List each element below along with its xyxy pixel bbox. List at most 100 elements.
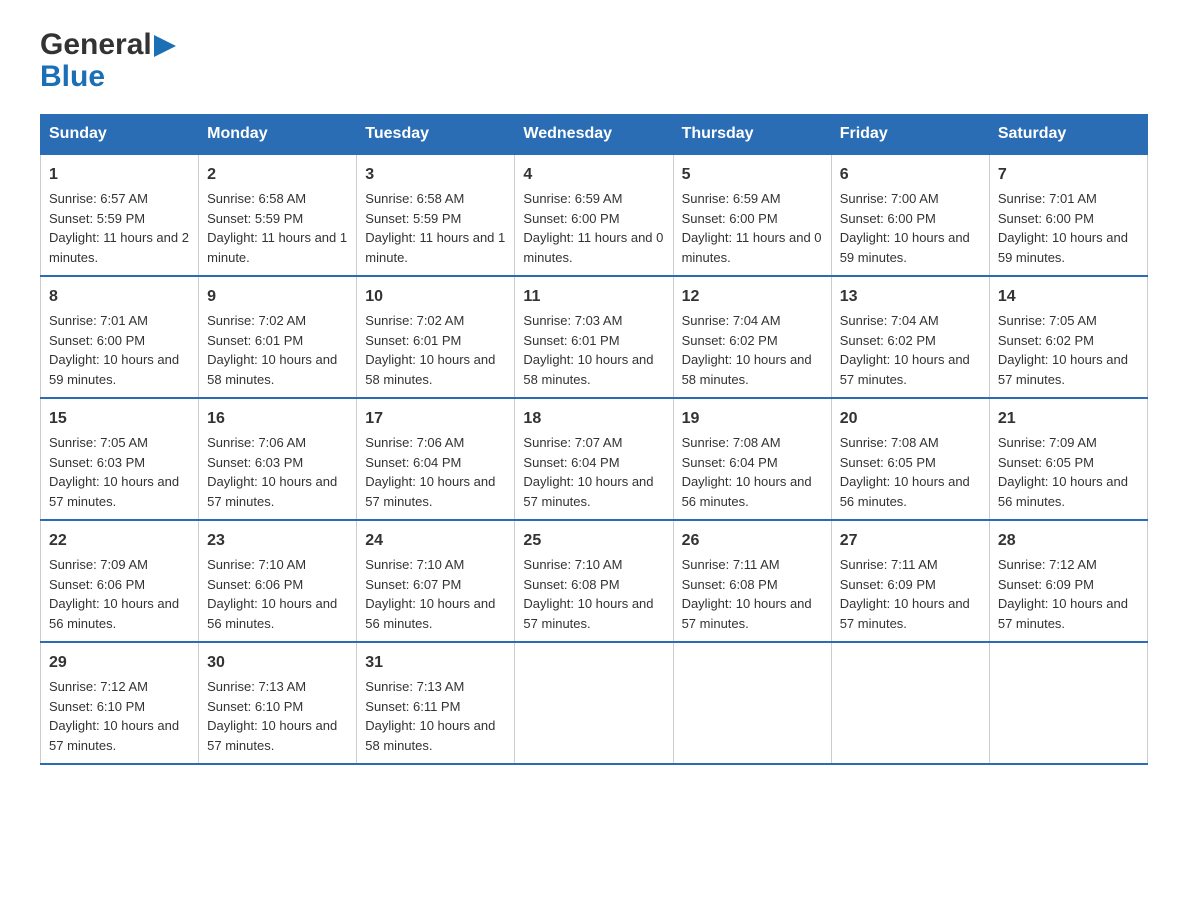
calendar-cell: 29Sunrise: 7:12 AMSunset: 6:10 PMDayligh… bbox=[41, 642, 199, 764]
calendar-cell: 7Sunrise: 7:01 AMSunset: 6:00 PMDaylight… bbox=[989, 154, 1147, 276]
sunset-text: Sunset: 6:11 PM bbox=[365, 699, 460, 714]
daylight-text: Daylight: 10 hours and 57 minutes. bbox=[365, 474, 495, 509]
calendar-cell: 2Sunrise: 6:58 AMSunset: 5:59 PMDaylight… bbox=[199, 154, 357, 276]
day-number: 11 bbox=[523, 285, 664, 309]
sunrise-text: Sunrise: 7:04 AM bbox=[682, 313, 781, 328]
sunrise-text: Sunrise: 7:09 AM bbox=[49, 557, 148, 572]
daylight-text: Daylight: 10 hours and 58 minutes. bbox=[207, 352, 337, 387]
calendar-cell: 24Sunrise: 7:10 AMSunset: 6:07 PMDayligh… bbox=[357, 520, 515, 642]
daylight-text: Daylight: 10 hours and 56 minutes. bbox=[998, 474, 1128, 509]
calendar-week-4: 22 Sunrise: 7:09 AM Sunset: 6:06 PM Dayligh… bbox=[41, 520, 1148, 642]
calendar-cell: 1Sunrise: 6:57 AMSunset: 5:59 PMDaylight… bbox=[41, 154, 199, 276]
daylight-text: Daylight: 10 hours and 57 minutes. bbox=[523, 474, 653, 509]
calendar-cell: 18Sunrise: 7:07 AMSunset: 6:04 PMDayligh… bbox=[515, 398, 673, 520]
logo-line1: General bbox=[40, 30, 176, 60]
calendar-week-5: 29Sunrise: 7:12 AMSunset: 6:10 PMDayligh… bbox=[41, 642, 1148, 764]
logo-blue: Blue bbox=[40, 60, 105, 94]
sunrise-text: Sunrise: 7:10 AM bbox=[523, 557, 622, 572]
calendar-cell: 26Sunrise: 7:11 AMSunset: 6:08 PMDayligh… bbox=[673, 520, 831, 642]
sunrise-text: Sunrise: 6:59 AM bbox=[523, 191, 622, 206]
day-number: 31 bbox=[365, 651, 506, 675]
daylight-text: Daylight: 10 hours and 59 minutes. bbox=[840, 230, 970, 265]
calendar-week-1: 1Sunrise: 6:57 AMSunset: 5:59 PMDaylight… bbox=[41, 154, 1148, 276]
day-number: 26 bbox=[682, 529, 823, 553]
daylight-text: Daylight: 10 hours and 56 minutes. bbox=[49, 596, 179, 631]
day-header-tuesday: Tuesday bbox=[357, 115, 515, 155]
daylight-text: Daylight: 10 hours and 57 minutes. bbox=[49, 474, 179, 509]
sunrise-text: Sunrise: 7:10 AM bbox=[365, 557, 464, 572]
sunset-text: Sunset: 6:09 PM bbox=[998, 577, 1094, 592]
calendar-cell: 3Sunrise: 6:58 AMSunset: 5:59 PMDaylight… bbox=[357, 154, 515, 276]
daylight-text: Daylight: 10 hours and 57 minutes. bbox=[523, 596, 653, 631]
daylight-text: Daylight: 10 hours and 58 minutes. bbox=[682, 352, 812, 387]
daylight-text: Daylight: 10 hours and 59 minutes. bbox=[49, 352, 179, 387]
day-number: 13 bbox=[840, 285, 981, 309]
sunrise-text: Sunrise: 7:09 AM bbox=[998, 435, 1097, 450]
sunrise-text: Sunrise: 7:05 AM bbox=[49, 435, 148, 450]
logo-general: General bbox=[40, 30, 152, 60]
sunset-text: Sunset: 6:03 PM bbox=[49, 455, 145, 470]
day-number: 29 bbox=[49, 651, 190, 675]
day-header-friday: Friday bbox=[831, 115, 989, 155]
daylight-text: Daylight: 10 hours and 57 minutes. bbox=[998, 352, 1128, 387]
sunset-text: Sunset: 6:06 PM bbox=[207, 577, 303, 592]
sunrise-text: Sunrise: 6:58 AM bbox=[365, 191, 464, 206]
calendar-cell: 31 Sunrise: 7:13 AM Sunset: 6:11 PM Dayligh… bbox=[357, 642, 515, 764]
sunrise-text: Sunrise: 7:04 AM bbox=[840, 313, 939, 328]
daylight-text: Daylight: 10 hours and 56 minutes. bbox=[840, 474, 970, 509]
daylight-text: Daylight: 10 hours and 57 minutes. bbox=[840, 352, 970, 387]
daylight-text: Daylight: 10 hours and 57 minutes. bbox=[207, 718, 337, 753]
daylight-text: Daylight: 10 hours and 59 minutes. bbox=[998, 230, 1128, 265]
sunrise-text: Sunrise: 7:13 AM bbox=[365, 679, 464, 694]
day-number: 4 bbox=[523, 163, 664, 187]
day-number: 19 bbox=[682, 407, 823, 431]
calendar-cell bbox=[673, 642, 831, 764]
day-header-saturday: Saturday bbox=[989, 115, 1147, 155]
daylight-text: Daylight: 10 hours and 57 minutes. bbox=[682, 596, 812, 631]
day-number: 15 bbox=[49, 407, 190, 431]
calendar-cell: 13Sunrise: 7:04 AMSunset: 6:02 PMDayligh… bbox=[831, 276, 989, 398]
day-number: 27 bbox=[840, 529, 981, 553]
sunset-text: Sunset: 6:00 PM bbox=[840, 211, 936, 226]
sunset-text: Sunset: 6:08 PM bbox=[682, 577, 778, 592]
day-number: 24 bbox=[365, 529, 506, 553]
daylight-text: Daylight: 10 hours and 56 minutes. bbox=[365, 596, 495, 631]
calendar-cell: 16Sunrise: 7:06 AMSunset: 6:03 PMDayligh… bbox=[199, 398, 357, 520]
day-header-thursday: Thursday bbox=[673, 115, 831, 155]
daylight-text: Daylight: 10 hours and 57 minutes. bbox=[49, 718, 179, 753]
sunrise-text: Sunrise: 7:08 AM bbox=[682, 435, 781, 450]
calendar-cell: 11Sunrise: 7:03 AMSunset: 6:01 PMDayligh… bbox=[515, 276, 673, 398]
calendar-cell: 4Sunrise: 6:59 AMSunset: 6:00 PMDaylight… bbox=[515, 154, 673, 276]
sunrise-text: Sunrise: 7:05 AM bbox=[998, 313, 1097, 328]
day-number: 9 bbox=[207, 285, 348, 309]
day-number: 1 bbox=[49, 163, 190, 187]
sunset-text: Sunset: 6:05 PM bbox=[998, 455, 1094, 470]
day-number: 6 bbox=[840, 163, 981, 187]
day-header-wednesday: Wednesday bbox=[515, 115, 673, 155]
sunset-text: Sunset: 6:10 PM bbox=[49, 699, 145, 714]
day-number: 10 bbox=[365, 285, 506, 309]
sunrise-text: Sunrise: 7:08 AM bbox=[840, 435, 939, 450]
day-number: 30 bbox=[207, 651, 348, 675]
sunset-text: Sunset: 6:05 PM bbox=[840, 455, 936, 470]
calendar-cell: 5Sunrise: 6:59 AMSunset: 6:00 PMDaylight… bbox=[673, 154, 831, 276]
page-header: General Blue bbox=[40, 30, 1148, 94]
calendar-cell: 22Sunrise: 7:09 AMSunset: 6:06 PMDayligh… bbox=[41, 520, 199, 642]
sunrise-text: Sunrise: 7:01 AM bbox=[49, 313, 148, 328]
day-number: 5 bbox=[682, 163, 823, 187]
sunset-text: Sunset: 6:00 PM bbox=[998, 211, 1094, 226]
daylight-text: Daylight: 11 hours and 2 minutes. bbox=[49, 230, 189, 265]
sunset-text: Sunset: 6:09 PM bbox=[840, 577, 936, 592]
daylight-text: Daylight: 10 hours and 58 minutes. bbox=[365, 718, 495, 753]
sunset-text: Sunset: 6:03 PM bbox=[207, 455, 303, 470]
sunset-text: Sunset: 6:04 PM bbox=[682, 455, 778, 470]
day-number: 22 bbox=[49, 529, 190, 553]
calendar-table: SundayMondayTuesdayWednesdayThursdayFrid… bbox=[40, 114, 1148, 765]
sunset-text: Sunset: 6:00 PM bbox=[49, 333, 145, 348]
sunset-text: Sunset: 6:08 PM bbox=[523, 577, 619, 592]
daylight-text: Daylight: 11 hours and 0 minutes. bbox=[682, 230, 822, 265]
sunset-text: Sunset: 6:01 PM bbox=[365, 333, 461, 348]
day-number: 18 bbox=[523, 407, 664, 431]
calendar-cell: 30Sunrise: 7:13 AMSunset: 6:10 PMDayligh… bbox=[199, 642, 357, 764]
sunrise-text: Sunrise: 7:02 AM bbox=[207, 313, 306, 328]
